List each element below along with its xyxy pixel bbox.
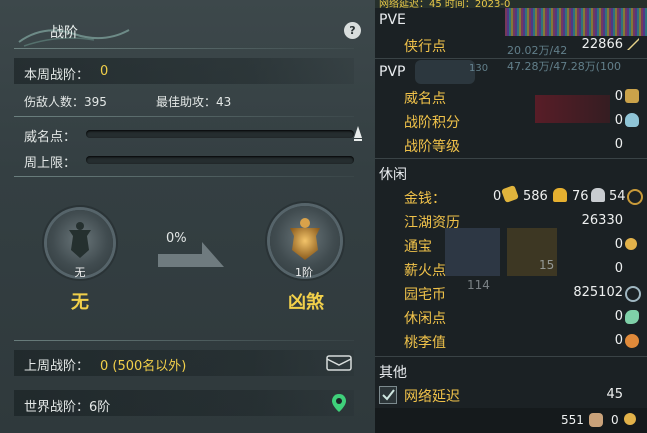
- weekly-rank-value: 0: [100, 64, 109, 79]
- weiming-icon: [625, 89, 639, 103]
- latency-label: 网络延迟: [404, 389, 460, 405]
- money-label: 金钱：: [404, 191, 446, 207]
- background-art: [445, 228, 500, 276]
- footer-left-value: 551: [561, 413, 584, 427]
- bg-number-2: 114: [467, 278, 490, 292]
- current-medal-small-label: 无: [74, 266, 86, 279]
- zhanjie-score-value: 0: [614, 113, 623, 128]
- xinhuo-value: 0: [614, 261, 623, 276]
- gold-icon: [553, 188, 567, 202]
- background-art: [415, 60, 475, 84]
- help-icon[interactable]: ?: [344, 22, 361, 39]
- divider: [14, 340, 354, 341]
- yuanzhai-coin-icon: [625, 286, 641, 302]
- divider: [375, 158, 647, 159]
- xinhuo-label: 薪火点: [404, 263, 446, 279]
- copper-coin-icon: [627, 189, 643, 205]
- divider: [375, 356, 647, 357]
- money-copper-value: 54: [609, 189, 626, 204]
- tongbao-coin-icon: [625, 238, 637, 250]
- taoli-value: 0: [614, 333, 623, 348]
- current-rank-name: 无: [71, 292, 89, 313]
- location-pin-icon[interactable]: [331, 393, 347, 413]
- silver-icon: [591, 188, 605, 202]
- checkmark-icon: [382, 389, 395, 401]
- prestige-label: 威名点：: [24, 130, 77, 145]
- sword-icon: [627, 38, 639, 50]
- bg-level-text: 130: [469, 63, 489, 74]
- money-silver-value: 76: [572, 189, 589, 204]
- prestige-progress-bar: [86, 130, 354, 138]
- background-art: [505, 8, 647, 36]
- last-week-label: 上周战阶：: [24, 359, 90, 374]
- xiaxing-label: 侠行点: [404, 39, 446, 55]
- bg-hp-text-2: 47.28万/47.28万(100: [507, 60, 621, 73]
- tongbao-label: 通宝: [404, 239, 432, 255]
- zhanjie-score-icon: [625, 113, 639, 127]
- taoli-label: 桃李值: [404, 335, 446, 351]
- next-medal-small-label: 1阶: [295, 266, 313, 279]
- zhanjie-level-value: 0: [614, 137, 623, 152]
- zhanjie-level-label: 战阶等级: [404, 139, 460, 155]
- yuanzhai-value: 825102: [573, 285, 623, 300]
- divider: [14, 116, 354, 117]
- last-week-value: 0 (500名以外): [100, 359, 187, 374]
- footer-coin-icon: [624, 413, 636, 425]
- pvp-header: PVP: [379, 64, 406, 80]
- progress-arrow-icon: [158, 242, 224, 267]
- gold-ingot-icon: [501, 185, 519, 203]
- yuanzhai-label: 园宅币: [404, 287, 446, 303]
- xiuxian-label: 休闲点: [404, 311, 446, 327]
- tongbao-value: 0: [614, 237, 623, 252]
- cap-marker-icon: [354, 126, 362, 141]
- bg-number-1: 15: [539, 258, 555, 272]
- xiuxian-value: 0: [614, 309, 623, 324]
- panel-title: 战阶: [50, 25, 78, 41]
- leisure-header: 休闲: [379, 167, 407, 183]
- divider: [14, 48, 354, 49]
- next-rank-name: 凶煞: [288, 292, 324, 313]
- bg-hp-text-1: 20.02万/42: [507, 44, 568, 57]
- weiming-value: 0: [614, 89, 623, 104]
- other-header: 其他: [379, 365, 407, 381]
- jianghu-label: 江湖资历: [404, 215, 460, 231]
- top-banner-text: 网络延迟：45 时间：2023-0: [379, 0, 511, 10]
- weekly-cap-label: 周上限：: [24, 156, 77, 171]
- best-assist-count: 最佳助攻：43: [156, 95, 232, 109]
- divider: [14, 176, 354, 177]
- kills-count: 伤敌人数：395: [24, 95, 107, 109]
- weekly-rank-label: 本周战阶：: [24, 68, 90, 83]
- divider: [375, 58, 647, 59]
- background-art: [535, 95, 610, 123]
- mail-icon[interactable]: [326, 354, 352, 372]
- xiuxian-leaf-icon: [625, 310, 639, 324]
- panel-titlebar: 战阶: [0, 14, 375, 48]
- latency-value: 45: [606, 387, 623, 402]
- stats-panel: 网络延迟：45 时间：2023-0 130 20.02万/42 47.28万/4…: [375, 0, 647, 433]
- footer-bar: 551 0: [375, 408, 647, 433]
- latency-checkbox[interactable]: [379, 386, 397, 404]
- xiaxing-value: 22866: [581, 37, 623, 52]
- world-rank-label: 世界战阶：6阶: [24, 400, 111, 415]
- zhanjie-score-label: 战阶积分: [404, 115, 460, 131]
- footer-item-icon: [589, 413, 603, 427]
- taoli-peach-icon: [625, 334, 639, 348]
- money-gold-ingot-value: 0: [493, 189, 502, 204]
- money-gold-value: 586: [523, 189, 548, 204]
- weiming-label: 威名点: [404, 91, 446, 107]
- rank-panel: 战阶 ? 本周战阶： 0 伤敌人数：395 最佳助攻：43 威名点： 周上限： …: [0, 0, 375, 433]
- footer-right-value: 0: [611, 413, 619, 427]
- top-banner: 网络延迟：45 时间：2023-0: [375, 0, 647, 10]
- jianghu-value: 26330: [581, 213, 623, 228]
- pve-header: PVE: [379, 12, 406, 28]
- weekly-cap-bar: [86, 156, 354, 164]
